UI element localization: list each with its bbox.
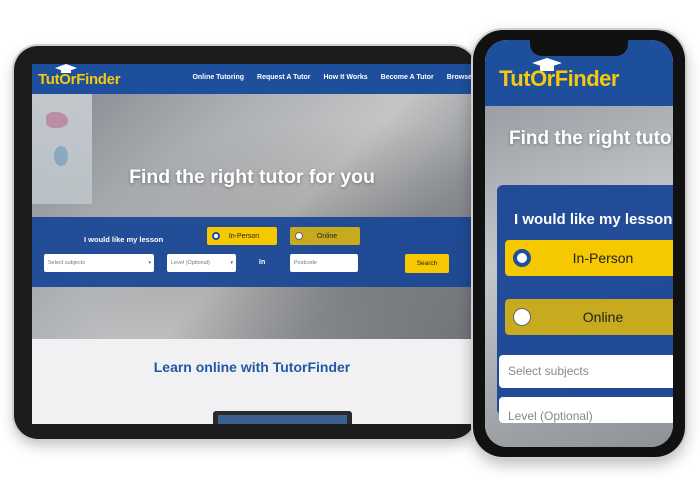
option-in-person-label: In-Person (572, 250, 634, 266)
tablet-navbar: TutOrFinder Online Tutoring Request A Tu… (32, 64, 472, 94)
in-label: In (259, 259, 266, 266)
nav-request-tutor[interactable]: Request A Tutor (257, 74, 310, 81)
nav-browse[interactable]: Browse (447, 74, 472, 81)
phone-notch (530, 40, 628, 56)
nav-become-tutor[interactable]: Become A Tutor (381, 74, 434, 81)
option-in-person[interactable]: In-Person (207, 227, 277, 245)
level-placeholder: Level (Optional) (171, 260, 210, 266)
radio-selected-icon (212, 232, 220, 240)
hero-headline: Find the right tutor for you (129, 166, 375, 188)
option-in-person[interactable]: In-Person (505, 240, 673, 276)
nav-online-tutoring[interactable]: Online Tutoring (192, 74, 244, 81)
option-online-label: Online (582, 309, 624, 325)
option-online-label: Online (316, 232, 338, 240)
postcode-input[interactable]: Postcode (290, 254, 358, 272)
main-nav: Online Tutoring Request A Tutor How It W… (179, 74, 472, 81)
subjects-select[interactable]: Select subjects (499, 355, 673, 388)
search-panel: I would like my lesson In-Person Online … (32, 217, 472, 287)
search-button[interactable]: Search (405, 254, 449, 273)
radio-unselected-icon (295, 232, 303, 240)
tablet-screen: TutOrFinder Online Tutoring Request A Tu… (32, 64, 472, 424)
option-online[interactable]: Online (290, 227, 360, 245)
radio-unselected-icon (513, 308, 531, 326)
level-select[interactable]: Level (Optional) (499, 397, 673, 423)
chevron-down-icon: ▾ (230, 260, 233, 266)
level-select[interactable]: Level (Optional) ▾ (167, 254, 236, 272)
chevron-down-icon: ▾ (148, 260, 151, 266)
hero-image: Find the right tutor for you I would lik… (32, 94, 472, 339)
brand-logo[interactable]: TutOrFinder (499, 66, 619, 92)
option-online[interactable]: Online (505, 299, 673, 335)
phone-device: TutOrFinder Find the right tutor for you… (473, 30, 685, 457)
tablet-device: TutOrFinder Online Tutoring Request A Tu… (14, 46, 476, 439)
hero-headline: Find the right tutor for you (509, 128, 673, 149)
laptop-image (213, 411, 352, 424)
lesson-preference-label: I would like my lesson (514, 211, 673, 228)
learn-online-section: Learn online with TutorFinder (32, 339, 472, 424)
nav-how-it-works[interactable]: How It Works (323, 74, 367, 81)
radio-selected-icon (513, 249, 531, 267)
search-panel: I would like my lesson In-Person Online … (497, 185, 673, 423)
postcode-placeholder: Postcode (294, 260, 317, 266)
subjects-select[interactable]: Select subjects ▾ (44, 254, 154, 272)
learn-online-heading: Learn online with TutorFinder (153, 359, 351, 375)
brand-logo[interactable]: TutOrFinder (38, 71, 121, 88)
option-in-person-label: In-Person (228, 232, 260, 240)
phone-screen: TutOrFinder Find the right tutor for you… (485, 40, 673, 447)
subjects-placeholder: Select subjects (48, 260, 85, 266)
lesson-preference-label: I would like my lesson (84, 235, 164, 244)
